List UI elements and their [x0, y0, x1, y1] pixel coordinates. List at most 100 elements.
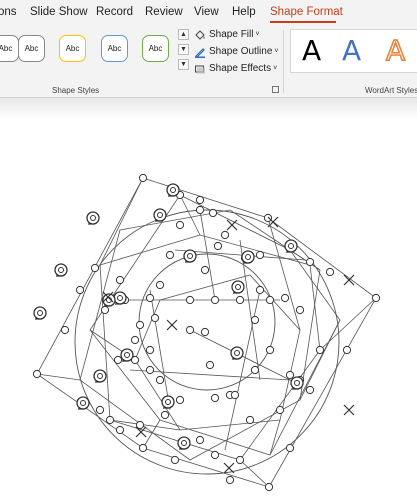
selection-handle[interactable] — [315, 345, 325, 355]
rotation-handle[interactable] — [86, 211, 100, 225]
selection-handle[interactable] — [165, 250, 175, 260]
selection-handle[interactable] — [325, 267, 335, 277]
selection-handle[interactable] — [145, 293, 155, 303]
tab-record[interactable]: Record — [96, 6, 133, 18]
selection-handle[interactable] — [285, 370, 295, 380]
selection-handle[interactable] — [135, 420, 145, 430]
selection-handle[interactable] — [255, 285, 265, 295]
selection-handle[interactable] — [225, 475, 235, 485]
rotation-handle[interactable] — [76, 396, 90, 410]
selection-handle[interactable] — [138, 173, 148, 183]
selection-handle[interactable] — [105, 415, 115, 425]
gallery-scroll-up-button[interactable]: ▲ — [178, 29, 189, 40]
wordart-style-orange-outline[interactable]: A — [385, 31, 406, 71]
wordart-style-black[interactable]: A — [302, 31, 321, 71]
selected-shapes-group[interactable] — [0, 118, 417, 500]
selection-handle[interactable] — [230, 390, 240, 400]
rotation-handle[interactable] — [241, 250, 255, 264]
tab-animations[interactable]: ons — [0, 6, 17, 18]
selection-handle[interactable] — [265, 345, 275, 355]
selection-handle[interactable] — [275, 405, 285, 415]
selection-handle[interactable] — [32, 369, 42, 379]
selection-handle[interactable] — [264, 482, 274, 492]
selection-handle[interactable] — [210, 295, 220, 305]
selection-handle[interactable] — [155, 280, 165, 290]
slide-canvas[interactable] — [0, 118, 417, 500]
selection-handle[interactable] — [150, 313, 160, 323]
selection-handle[interactable] — [235, 455, 245, 465]
selection-handle[interactable] — [280, 293, 290, 303]
gallery-scroll-down-button[interactable]: ▼ — [178, 44, 189, 55]
rotation-handle[interactable] — [231, 280, 245, 294]
selection-handle[interactable] — [205, 360, 215, 370]
selection-handle[interactable] — [195, 205, 205, 215]
rotation-handle[interactable] — [113, 291, 127, 305]
selection-handle[interactable] — [145, 365, 155, 375]
selection-handle[interactable] — [245, 415, 255, 425]
rotation-handle[interactable] — [177, 436, 191, 450]
selection-handle[interactable] — [115, 275, 125, 285]
selection-handle[interactable] — [138, 443, 148, 453]
rotation-handle[interactable] — [54, 263, 68, 277]
selection-handle[interactable] — [135, 320, 145, 330]
selection-handle[interactable] — [115, 425, 125, 435]
selection-handle[interactable] — [60, 325, 70, 335]
rotation-handle[interactable] — [290, 376, 304, 390]
tab-review[interactable]: Review — [145, 6, 183, 18]
rotation-handle[interactable] — [161, 395, 175, 409]
selection-handle[interactable] — [305, 385, 315, 395]
rotation-handle[interactable] — [33, 306, 47, 320]
wordart-style-blue[interactable]: A — [342, 31, 361, 71]
selection-handle[interactable] — [210, 450, 220, 460]
selection-handle[interactable] — [195, 435, 205, 445]
shape-style-preset-2[interactable]: Abc — [18, 35, 45, 62]
selection-handle[interactable] — [208, 208, 218, 218]
tab-shape-format[interactable]: Shape Format — [270, 6, 343, 18]
selection-handle[interactable] — [342, 345, 352, 355]
selection-handle[interactable] — [371, 293, 381, 303]
selection-handle[interactable] — [185, 295, 195, 305]
selection-handle[interactable] — [220, 230, 230, 240]
tab-slide-show[interactable]: Slide Show — [30, 6, 88, 18]
rotation-handle[interactable] — [153, 208, 167, 222]
selection-handle[interactable] — [250, 365, 260, 375]
selection-handle[interactable] — [195, 195, 205, 205]
selection-handle[interactable] — [285, 443, 295, 453]
rotation-handle[interactable] — [120, 348, 134, 362]
shape-style-preset-1[interactable]: Abc — [0, 35, 19, 62]
selection-handle[interactable] — [175, 220, 185, 230]
tab-view[interactable]: View — [194, 6, 219, 18]
selection-handle[interactable] — [213, 241, 223, 251]
selection-handle[interactable] — [175, 395, 185, 405]
selection-handle[interactable] — [95, 405, 105, 415]
selection-handle[interactable] — [185, 325, 195, 335]
gallery-more-button[interactable]: ▼ — [178, 59, 189, 70]
selection-handle[interactable] — [255, 250, 265, 260]
selection-handle[interactable] — [295, 305, 305, 315]
rotation-handle[interactable] — [230, 346, 244, 360]
selection-handle[interactable] — [155, 375, 165, 385]
shape-fill-button[interactable]: Shape Fill ˅ — [194, 27, 260, 42]
tab-help[interactable]: Help — [232, 6, 256, 18]
selection-handle[interactable] — [210, 393, 220, 403]
selection-handle[interactable] — [90, 263, 100, 273]
selection-handle[interactable] — [235, 295, 245, 305]
selection-handle[interactable] — [250, 315, 260, 325]
selection-handle[interactable] — [75, 285, 85, 295]
selection-handle[interactable] — [265, 295, 275, 305]
shape-style-preset-3[interactable]: Abc — [59, 35, 86, 62]
rotation-handle[interactable] — [166, 183, 180, 197]
rotation-handle[interactable] — [93, 369, 107, 383]
selection-handle[interactable] — [113, 355, 123, 365]
selection-handle[interactable] — [200, 265, 210, 275]
shape-outline-button[interactable]: Shape Outline ˅ — [194, 44, 278, 59]
selection-handle[interactable] — [100, 305, 110, 315]
selection-handle[interactable] — [200, 327, 210, 337]
selection-handle[interactable] — [145, 345, 155, 355]
dialog-launcher-icon[interactable] — [272, 86, 279, 93]
rotation-handle[interactable] — [284, 239, 298, 253]
selection-handle[interactable] — [263, 213, 273, 223]
selection-handle[interactable] — [305, 257, 315, 267]
rotation-handle[interactable] — [183, 249, 197, 263]
selection-handle[interactable] — [170, 455, 180, 465]
